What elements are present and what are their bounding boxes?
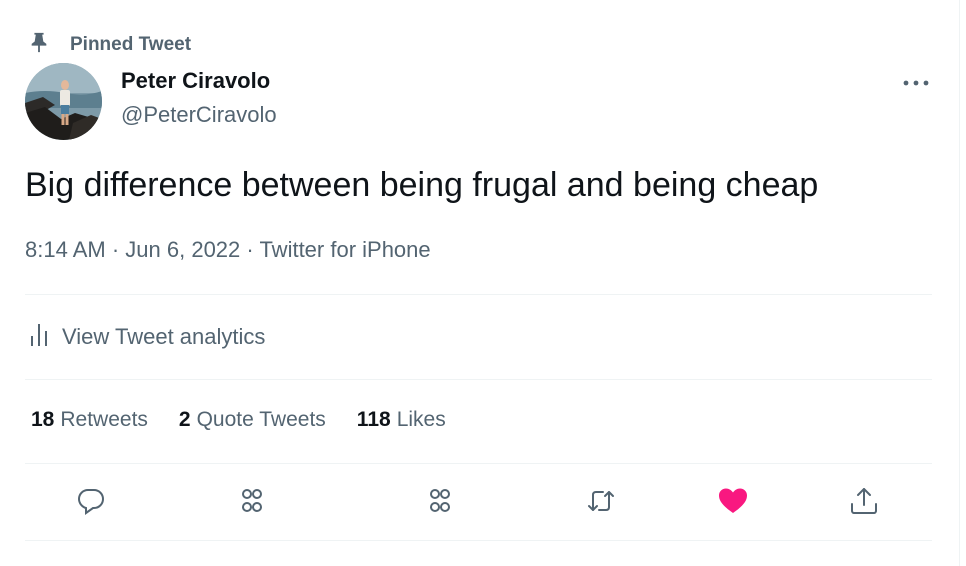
quote-tweets-stat[interactable]: 2 Quote Tweets xyxy=(179,408,326,432)
analytics-label: View Tweet analytics xyxy=(62,324,266,349)
circles-icon xyxy=(236,485,268,522)
divider xyxy=(25,379,932,380)
tweet-date[interactable]: Jun 6, 2022 xyxy=(125,237,240,262)
heart-icon xyxy=(717,485,749,522)
pinned-indicator: Pinned Tweet xyxy=(28,30,191,58)
divider xyxy=(25,540,932,541)
pin-icon xyxy=(28,31,50,58)
circles-button-2[interactable] xyxy=(419,482,461,524)
divider xyxy=(25,463,932,464)
reply-button[interactable] xyxy=(70,482,112,524)
author-handle[interactable]: @PeterCiravolo xyxy=(121,102,277,128)
retweets-count: 18 xyxy=(31,408,55,431)
view-analytics-link[interactable]: View Tweet analytics xyxy=(25,319,265,355)
share-button[interactable] xyxy=(843,482,885,524)
meta-separator: · xyxy=(111,237,126,262)
action-bar xyxy=(0,482,966,524)
tweet-meta: 8:14 AM · Jun 6, 2022 · Twitter for iPho… xyxy=(25,237,431,263)
share-icon xyxy=(848,485,880,522)
tweet-source[interactable]: Twitter for iPhone xyxy=(259,237,430,262)
like-button[interactable] xyxy=(712,482,754,524)
circles-button[interactable] xyxy=(231,482,273,524)
tweet-text: Big difference between being frugal and … xyxy=(25,166,819,204)
reply-icon xyxy=(75,485,107,522)
quote-tweets-label: Quote Tweets xyxy=(196,408,326,431)
retweets-label: Retweets xyxy=(60,408,148,431)
likes-count: 118 xyxy=(356,408,391,431)
retweet-button[interactable] xyxy=(580,482,622,524)
likes-stat[interactable]: 118 Likes xyxy=(357,408,446,432)
more-dots-icon xyxy=(902,75,930,93)
more-options-button[interactable] xyxy=(896,68,936,100)
tweet-time[interactable]: 8:14 AM xyxy=(25,237,106,262)
circles-icon xyxy=(424,485,456,522)
bar-chart-icon xyxy=(25,322,54,353)
avatar[interactable] xyxy=(25,63,102,140)
tweet-stats: 18 Retweets 2 Quote Tweets 118 Likes xyxy=(31,408,477,432)
quote-tweets-count: 2 xyxy=(178,408,191,431)
retweets-stat[interactable]: 18 Retweets xyxy=(31,408,148,432)
likes-label: Likes xyxy=(396,408,446,431)
author-name[interactable]: Peter Ciravolo xyxy=(121,68,270,94)
meta-separator: · xyxy=(246,237,260,262)
retweet-icon xyxy=(585,485,617,522)
pinned-label: Pinned Tweet xyxy=(70,34,192,55)
divider xyxy=(25,294,932,295)
